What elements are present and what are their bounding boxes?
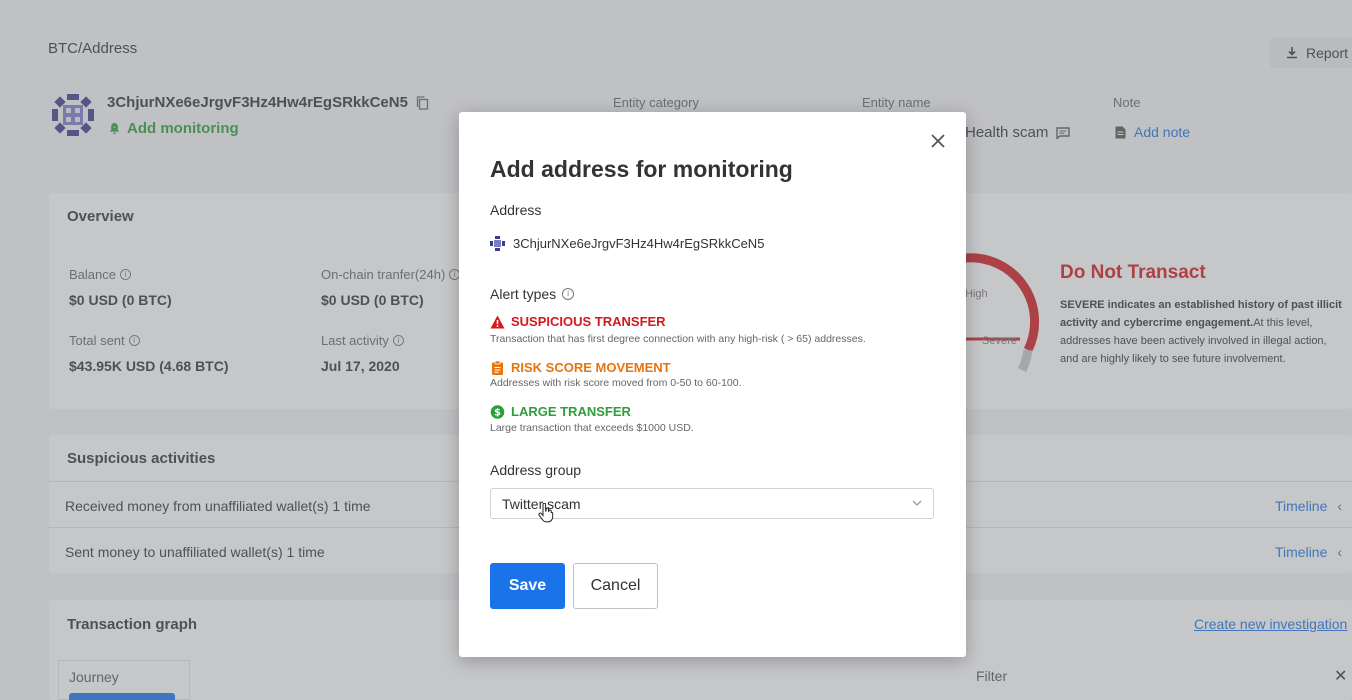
svg-text:$: $ — [494, 407, 501, 418]
alert-types-text: Alert types — [490, 286, 557, 302]
clipboard-icon — [492, 360, 503, 375]
cancel-button[interactable]: Cancel — [573, 563, 658, 609]
warning-icon — [490, 315, 505, 328]
address-group-label: Address group — [490, 462, 582, 478]
alert-title: LARGE TRANSFER — [511, 404, 631, 419]
dollar-icon: $ — [490, 404, 505, 419]
address-avatar — [490, 236, 505, 251]
alert-description: Large transaction that exceeds $1000 USD… — [490, 422, 694, 434]
alert-suspicious-transfer: SUSPICIOUS TRANSFER — [490, 314, 666, 329]
dialog-title: Add address for monitoring — [490, 156, 793, 182]
alert-risk-score-movement: RISK SCORE MOVEMENT — [490, 360, 671, 375]
alert-description: Transaction that has first degree connec… — [490, 333, 866, 345]
address-group-select[interactable]: Twitter scam — [490, 488, 934, 519]
chevron-down-icon — [912, 500, 922, 506]
add-monitoring-dialog: Add address for monitoring Address 3Chju… — [459, 112, 966, 657]
hand-cursor-icon — [538, 503, 554, 523]
close-icon[interactable] — [929, 132, 947, 150]
alert-types-label: Alert types i — [490, 286, 575, 302]
info-icon[interactable]: i — [562, 288, 575, 300]
alert-description: Addresses with risk score moved from 0-5… — [490, 377, 742, 389]
dialog-address-text: 3ChjurNXe6eJrgvF3Hz4Hw4rEgSRkkCeN5 — [513, 236, 765, 251]
alert-title: SUSPICIOUS TRANSFER — [511, 314, 666, 329]
save-button[interactable]: Save — [490, 563, 565, 609]
alert-title: RISK SCORE MOVEMENT — [511, 360, 671, 375]
address-label: Address — [490, 202, 542, 218]
dialog-address: 3ChjurNXe6eJrgvF3Hz4Hw4rEgSRkkCeN5 — [490, 236, 764, 251]
alert-large-transfer: $ LARGE TRANSFER — [490, 404, 631, 419]
